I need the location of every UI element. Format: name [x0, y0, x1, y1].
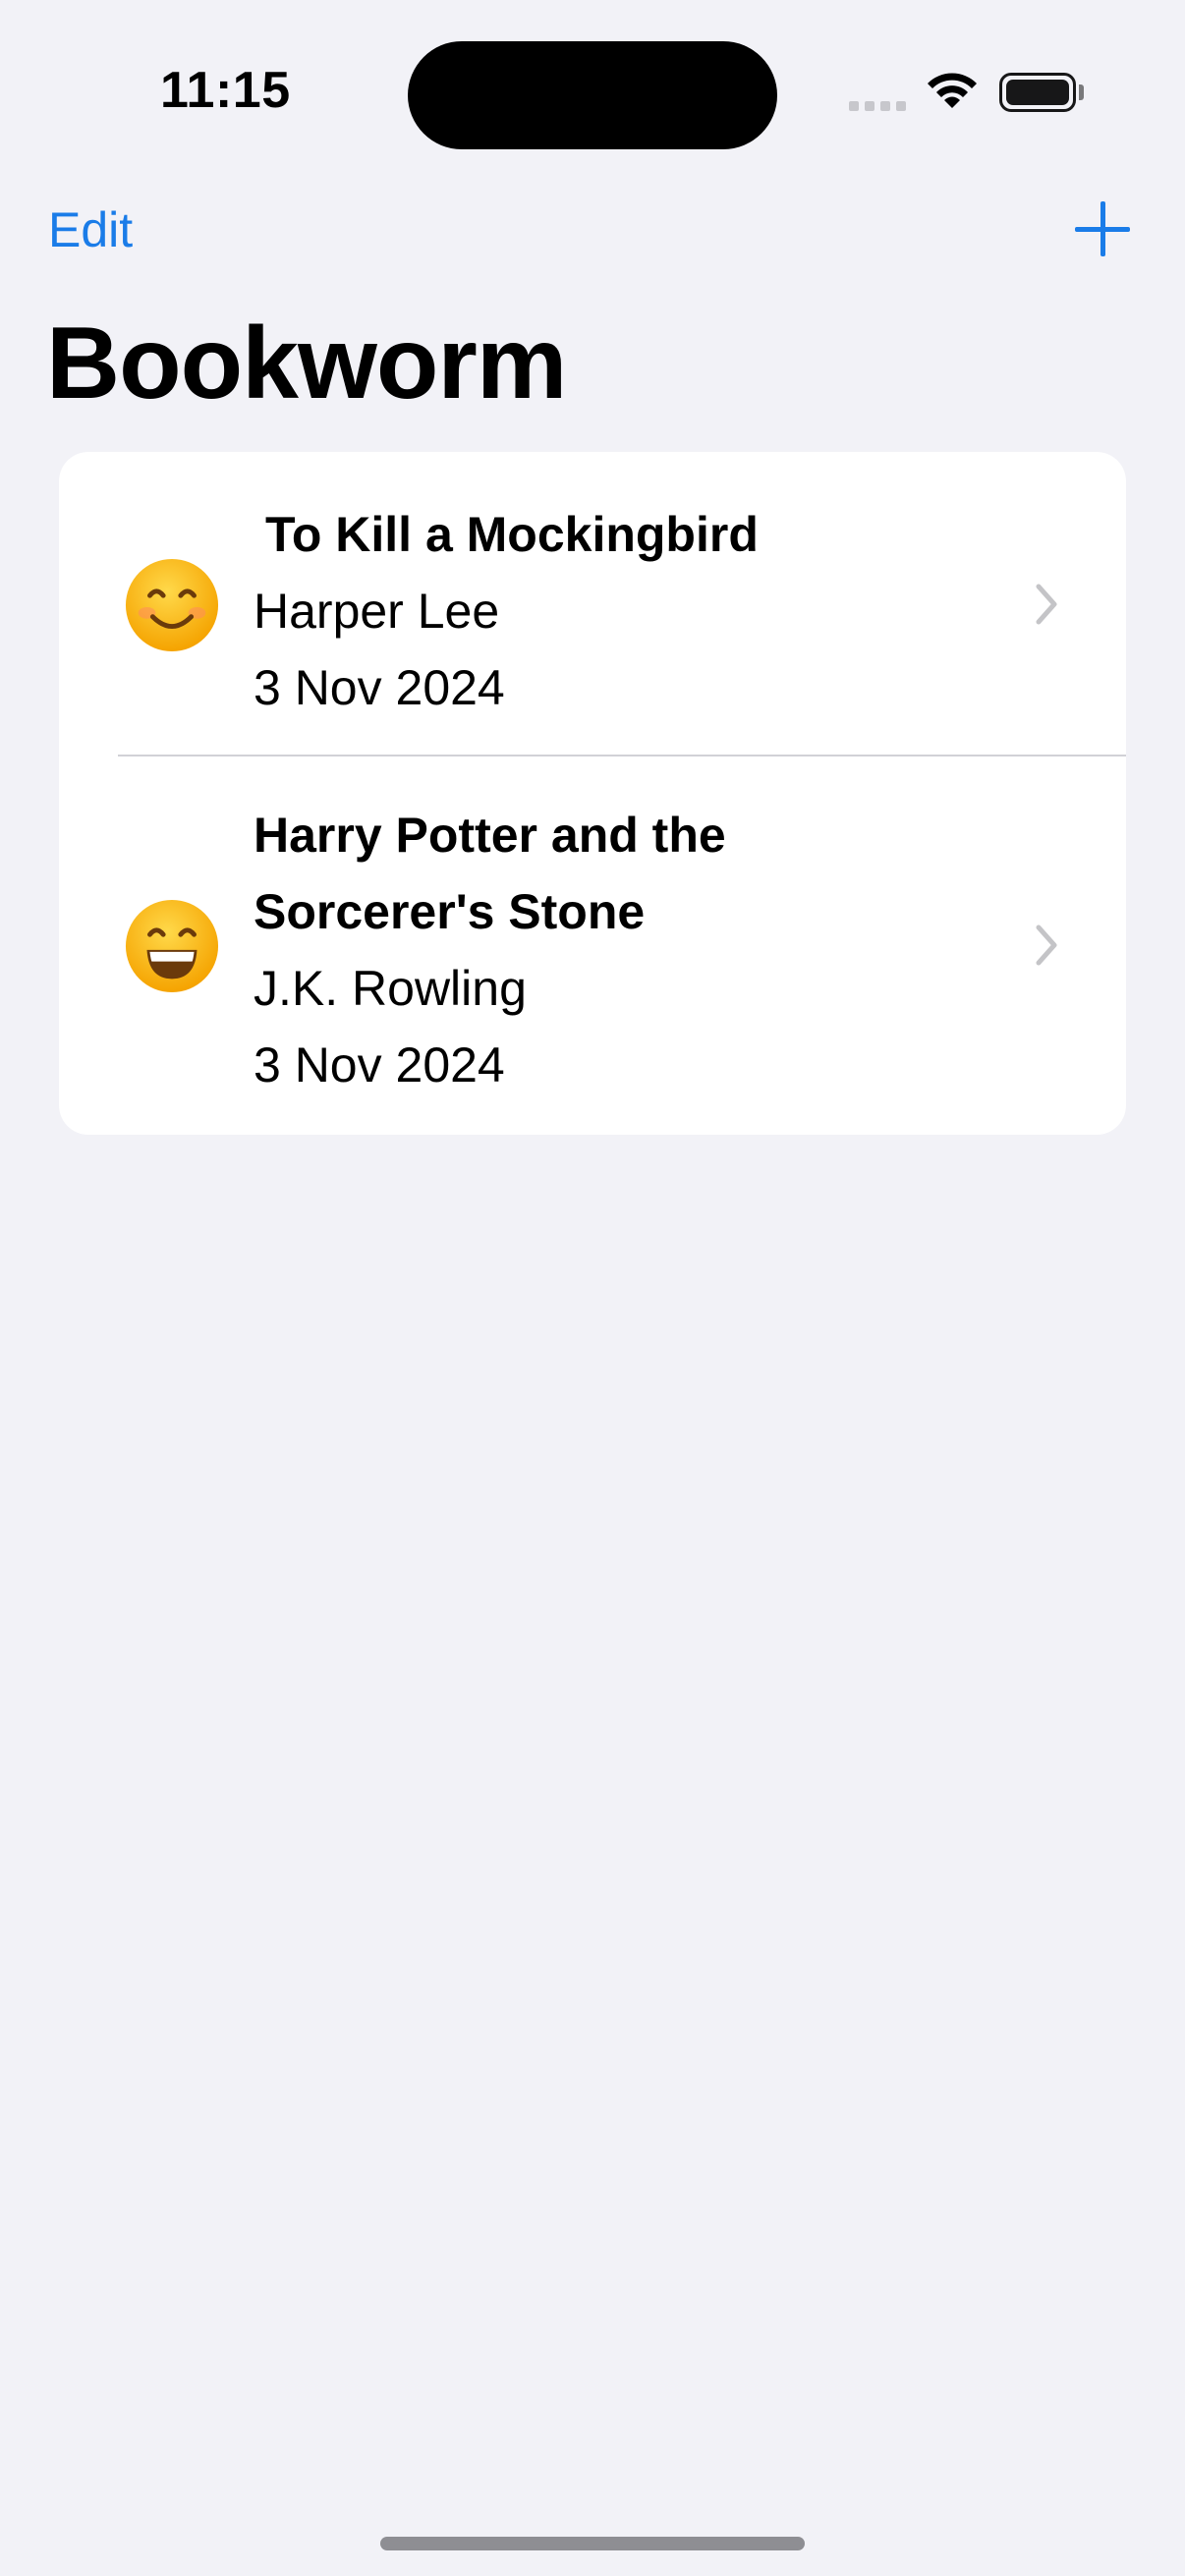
books-list: To Kill a Mockingbird Harper Lee 3 Nov 2…: [59, 452, 1126, 1135]
edit-button[interactable]: Edit: [48, 201, 133, 258]
book-title: To Kill a Mockingbird: [254, 496, 759, 573]
book-info: To Kill a Mockingbird Harper Lee 3 Nov 2…: [254, 496, 759, 726]
list-item-book-1[interactable]: To Kill a Mockingbird Harper Lee 3 Nov 2…: [59, 452, 1126, 756]
book-author: J.K. Rowling: [254, 961, 527, 1016]
chevron-right-icon: [1036, 924, 1057, 966]
book-info: Harry Potter and the Sorcerer's Stone J.…: [254, 797, 726, 1103]
page-title: Bookworm: [46, 307, 567, 420]
wifi-icon: [928, 73, 977, 108]
grinning-face-icon: [125, 899, 219, 993]
battery-cap: [1079, 84, 1084, 100]
status-bar: 11:15: [0, 0, 1185, 167]
list-item-book-2[interactable]: Harry Potter and the Sorcerer's Stone J.…: [59, 756, 1126, 1135]
book-title-line: To Kill a Mockingbird: [265, 507, 759, 562]
status-time: 11:15: [160, 62, 291, 119]
cellular-signal-icon: [849, 101, 906, 111]
book-date: 3 Nov 2024: [254, 1037, 505, 1092]
plus-icon[interactable]: [1075, 201, 1130, 256]
smiling-face-icon: [125, 558, 219, 652]
book-date: 3 Nov 2024: [254, 660, 505, 715]
chevron-right-icon: [1036, 584, 1057, 625]
home-indicator[interactable]: [380, 2537, 805, 2550]
book-title-line: Sorcerer's Stone: [254, 884, 646, 939]
book-title: Harry Potter and the Sorcerer's Stone: [254, 797, 726, 950]
dynamic-island: [408, 41, 777, 149]
battery-icon: [999, 73, 1076, 112]
book-title-line: Harry Potter and the: [254, 808, 726, 863]
book-author: Harper Lee: [254, 584, 500, 639]
